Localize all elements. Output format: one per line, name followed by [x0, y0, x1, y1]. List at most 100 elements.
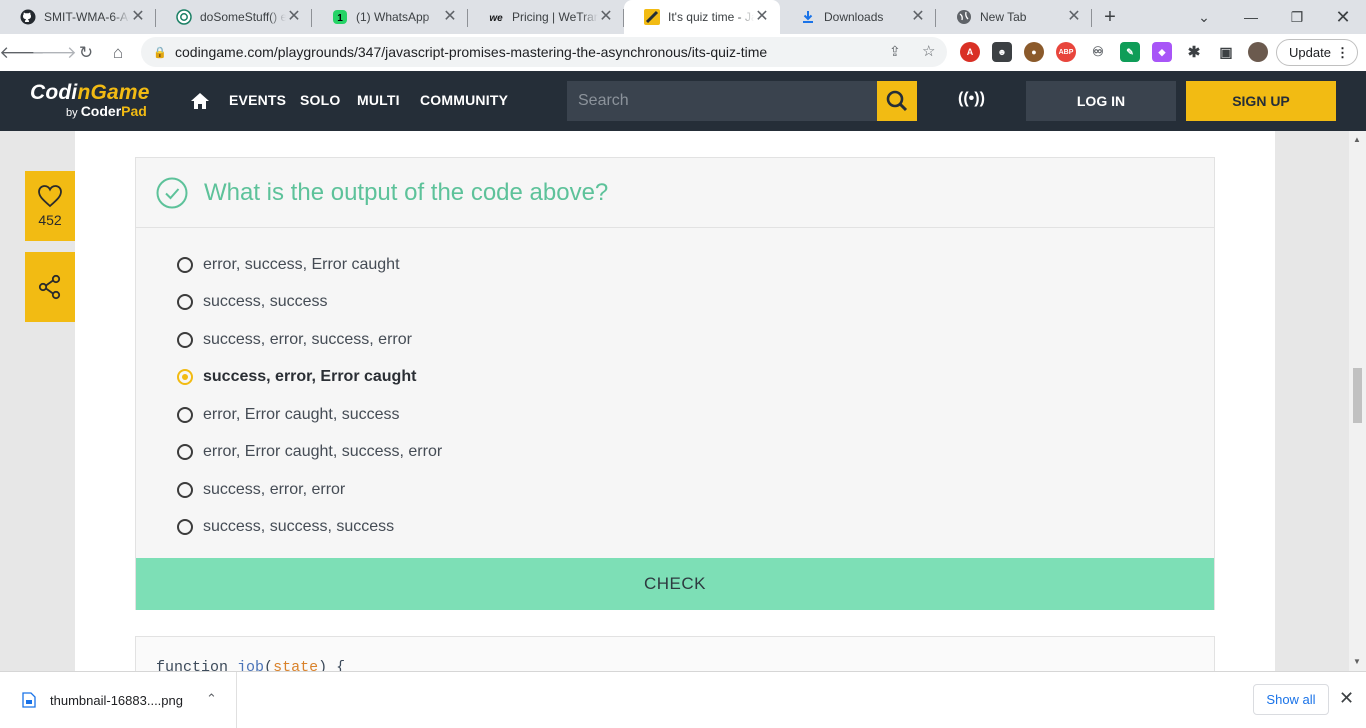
- scroll-up-arrow-icon[interactable]: ▲: [1353, 135, 1361, 144]
- radio-button[interactable]: [177, 519, 193, 536]
- chevron-up-icon[interactable]: ⌃: [206, 691, 217, 707]
- tab-codingame-active[interactable]: It's quiz time - Ja ✕: [624, 0, 780, 34]
- logo-coder: Coder: [80, 103, 122, 119]
- close-tab-icon[interactable]: ✕: [754, 9, 770, 25]
- quiz-option-selected[interactable]: success, error, Error caught: [136, 359, 1214, 397]
- forward-icon[interactable]: 🡒: [31, 37, 77, 69]
- openai-icon: [176, 9, 192, 25]
- radio-button[interactable]: [177, 444, 193, 461]
- codingame-logo[interactable]: CodinGame by CoderPad: [30, 81, 150, 119]
- tab-newtab[interactable]: New Tab ✕: [936, 0, 1092, 34]
- home-nav-icon[interactable]: [190, 91, 210, 111]
- bookmark-star-icon[interactable]: ☆: [922, 42, 935, 60]
- option-label: success, success: [203, 293, 328, 311]
- close-tab-icon[interactable]: ✕: [130, 9, 146, 25]
- login-button[interactable]: LOG IN: [1026, 81, 1176, 121]
- radio-button[interactable]: [177, 331, 193, 348]
- tab-title: New Tab: [980, 10, 1027, 24]
- reload-icon[interactable]: ↻: [70, 37, 102, 69]
- quiz-option[interactable]: success, error, success, error: [136, 321, 1214, 359]
- extensions-puzzle-icon[interactable]: ✱: [1184, 42, 1204, 62]
- scrollbar-thumb[interactable]: [1353, 368, 1362, 423]
- radio-button[interactable]: [177, 406, 193, 423]
- adblock-plus-icon[interactable]: ABP: [1056, 42, 1076, 62]
- tab-openai[interactable]: doSomeStuff() ex ✕: [156, 0, 312, 34]
- show-all-button[interactable]: Show all: [1253, 684, 1329, 715]
- wetransfer-icon: we: [488, 9, 504, 25]
- radio-button[interactable]: [177, 481, 193, 498]
- tab-downloads[interactable]: Downloads ✕: [780, 0, 936, 34]
- update-button[interactable]: Update ⋮: [1276, 39, 1358, 66]
- code-block: function job(state) {: [135, 636, 1215, 671]
- globe-icon: [956, 9, 972, 25]
- quiz-option[interactable]: error, Error caught, success: [136, 396, 1214, 434]
- radio-button-selected[interactable]: [177, 369, 193, 386]
- quiz-option[interactable]: success, success, success: [136, 509, 1214, 547]
- bike-extension-icon[interactable]: ♾: [1088, 42, 1108, 62]
- close-tab-icon[interactable]: ✕: [1066, 9, 1082, 25]
- tab-title: (1) WhatsApp: [356, 10, 430, 24]
- search-input[interactable]: Search: [567, 81, 877, 121]
- quiz-option[interactable]: error, success, Error caught: [136, 246, 1214, 284]
- scroll-down-arrow-icon[interactable]: ▼: [1353, 657, 1361, 666]
- ad-blocker-icon[interactable]: A: [960, 42, 980, 62]
- code-param: state: [273, 659, 319, 671]
- quiz-option[interactable]: success, error, error: [136, 471, 1214, 509]
- tab-whatsapp[interactable]: 1 (1) WhatsApp ✕: [312, 0, 468, 34]
- tab-title: It's quiz time - Ja: [668, 10, 754, 24]
- code-keyword: function: [156, 659, 229, 671]
- nav-multi[interactable]: MULTI: [357, 92, 400, 108]
- option-label: error, Error caught, success, error: [203, 443, 443, 461]
- option-label: success, error, Error caught: [203, 368, 417, 386]
- close-tab-icon[interactable]: ✕: [286, 9, 302, 25]
- address-bar[interactable]: 🔒 codingame.com/playgrounds/347/javascri…: [141, 37, 947, 67]
- kebab-menu-icon: ⋮: [1336, 44, 1349, 60]
- close-window-icon[interactable]: ✕: [1320, 0, 1366, 34]
- new-tab-button[interactable]: +: [1092, 0, 1128, 34]
- close-tab-icon[interactable]: ✕: [442, 9, 458, 25]
- restore-icon[interactable]: ❐: [1274, 0, 1320, 34]
- signup-button[interactable]: SIGN UP: [1186, 81, 1336, 121]
- side-panel-icon[interactable]: ▣: [1216, 42, 1236, 62]
- download-item[interactable]: thumbnail-16883....png ⌃: [0, 672, 237, 728]
- share-button[interactable]: [25, 252, 75, 322]
- minimize-icon[interactable]: —: [1228, 0, 1274, 34]
- profile-avatar[interactable]: [1248, 42, 1268, 62]
- close-tab-icon[interactable]: ✕: [598, 9, 614, 25]
- option-label: success, success, success: [203, 518, 395, 536]
- download-bar: thumbnail-16883....png ⌃ Show all ✕: [0, 671, 1366, 728]
- quiz-card: What is the output of the code above? er…: [135, 157, 1215, 610]
- logo-text-c: Game: [90, 81, 150, 104]
- broadcast-icon[interactable]: ((•)): [958, 90, 985, 108]
- quiz-option[interactable]: success, success: [136, 284, 1214, 322]
- site-header: CodinGame by CoderPad EVENTS SOLO MULTI …: [0, 71, 1366, 131]
- url-text: codingame.com/playgrounds/347/javascript…: [175, 44, 768, 60]
- tab-title: SMIT-WMA-6-A-: [44, 10, 130, 24]
- logo-pad: Pad: [121, 103, 147, 119]
- search-button[interactable]: [877, 81, 917, 121]
- share-nodes-icon: [38, 274, 61, 300]
- check-button[interactable]: CHECK: [136, 558, 1214, 610]
- eyedropper-icon[interactable]: ✎: [1120, 42, 1140, 62]
- page-scrollbar[interactable]: ▲ ▼: [1349, 131, 1366, 671]
- home-icon[interactable]: ⌂: [102, 37, 134, 69]
- tab-title: Pricing | WeTrans: [512, 10, 598, 24]
- nav-events[interactable]: EVENTS: [229, 92, 286, 108]
- nav-solo[interactable]: SOLO: [300, 92, 340, 108]
- radio-button[interactable]: [177, 256, 193, 273]
- close-tab-icon[interactable]: ✕: [910, 9, 926, 25]
- robot-extension-icon[interactable]: ☻: [992, 42, 1012, 62]
- share-icon[interactable]: ⇪: [889, 43, 901, 60]
- gradient-extension-icon[interactable]: ◆: [1152, 42, 1172, 62]
- codingame-icon: [644, 9, 660, 25]
- quiz-option[interactable]: error, Error caught, success, error: [136, 434, 1214, 472]
- like-button[interactable]: 452: [25, 171, 75, 241]
- quiz-question: What is the output of the code above?: [204, 178, 609, 206]
- radio-button[interactable]: [177, 294, 193, 311]
- tab-wetransfer[interactable]: we Pricing | WeTrans ✕: [468, 0, 624, 34]
- tab-search-icon[interactable]: ⌄: [1181, 0, 1227, 34]
- nav-community[interactable]: COMMUNITY: [420, 92, 508, 108]
- close-download-bar-icon[interactable]: ✕: [1339, 688, 1354, 709]
- tab-github[interactable]: SMIT-WMA-6-A- ✕: [0, 0, 156, 34]
- cookie-icon[interactable]: ●: [1024, 42, 1044, 62]
